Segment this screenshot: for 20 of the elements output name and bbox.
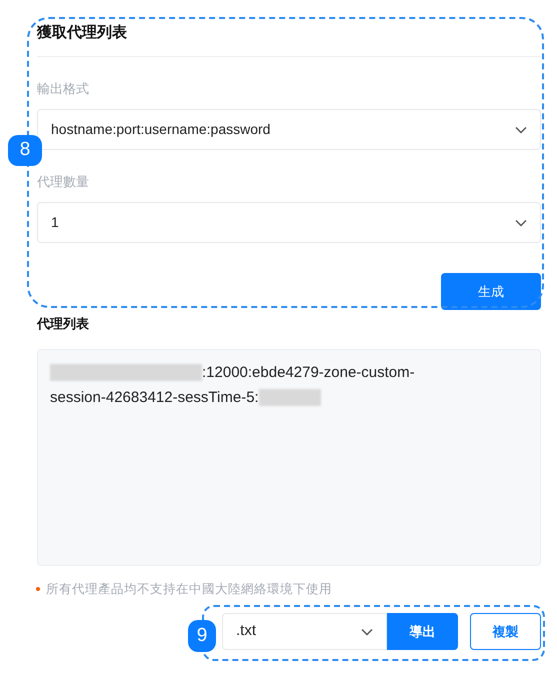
export-button[interactable]: 導出 — [387, 613, 458, 650]
section-label: 代理列表 — [37, 315, 90, 333]
copy-button[interactable]: 複製 — [470, 613, 541, 650]
format-select[interactable]: .txt — [222, 613, 387, 650]
proxy-list-area[interactable]: :12000:ebde4279-zone-custom- session-42683412-sessTime-5: — [37, 349, 541, 566]
chevron-down-icon — [515, 218, 527, 226]
generate-button[interactable]: 生成 — [441, 273, 541, 310]
proxy-text: :12000:ebde4279-zone-custom- — [202, 363, 415, 383]
chevron-down-icon — [515, 126, 527, 134]
redaction-mask — [258, 389, 321, 406]
step-badge: 8 — [8, 135, 42, 166]
step-badge: 9 — [188, 620, 216, 652]
proxy-text: session-42683412-sessTime-5: — [50, 388, 259, 408]
field-label: 代理數量 — [37, 173, 90, 191]
chevron-down-icon — [361, 628, 373, 636]
field-label: 輸出格式 — [37, 80, 90, 98]
select-field[interactable]: hostname:port:username:password — [37, 109, 541, 150]
select-field[interactable]: 1 — [37, 202, 541, 243]
panel-title: 獲取代理列表 — [37, 23, 128, 43]
notice-text: 所有代理產品均不支持在中國大陸網絡環境下使用 — [46, 580, 332, 598]
